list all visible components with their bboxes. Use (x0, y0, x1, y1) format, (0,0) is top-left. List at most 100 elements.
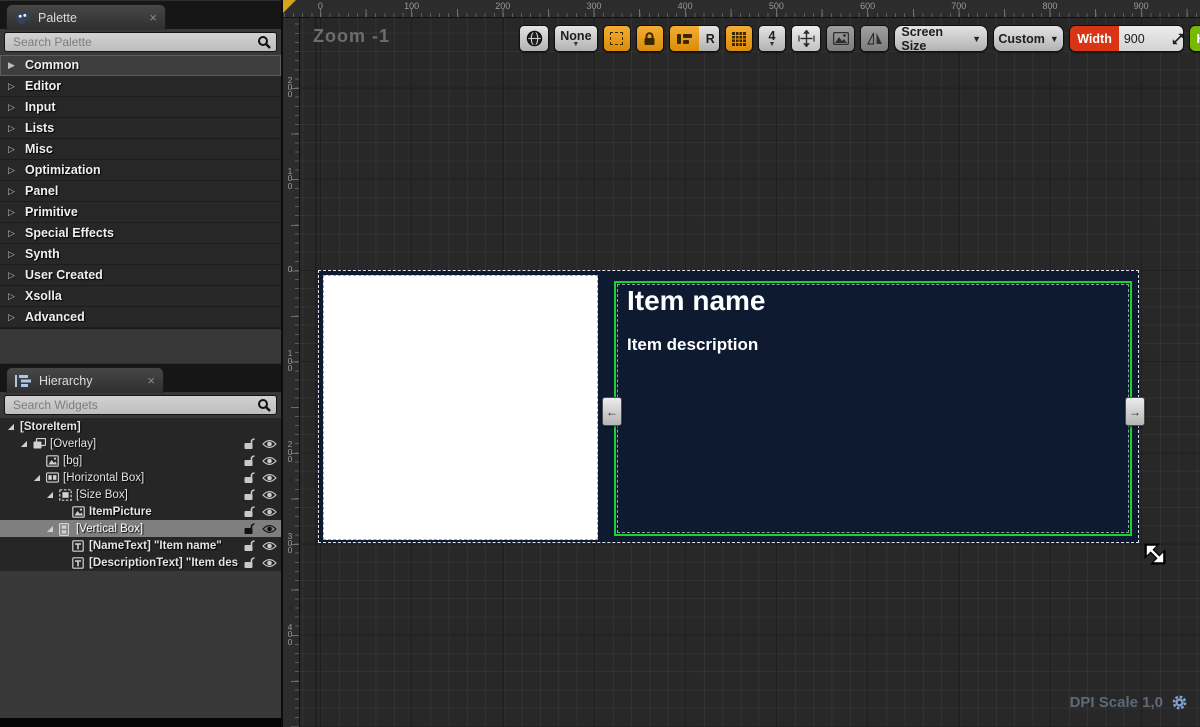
lock-icon[interactable] (243, 505, 255, 518)
lock-icon[interactable] (243, 539, 255, 552)
resize-handle-left[interactable]: ← (602, 397, 622, 426)
expander-icon[interactable]: ▷ (8, 102, 17, 113)
item-picture-box[interactable] (323, 275, 598, 540)
tree-row-storeitem[interactable]: ◢[StoreItem] (0, 418, 281, 435)
tree-row-horizontal-box[interactable]: ◢[Horizontal Box] (0, 469, 281, 486)
designer-toolbar: None▼ R (519, 25, 1200, 52)
palette-category-user-created[interactable]: ▷User Created (0, 265, 281, 286)
flag-preview-dropdown[interactable]: None▼ (554, 25, 598, 52)
tab-palette[interactable]: Palette × (6, 4, 166, 30)
palette-category-special-effects[interactable]: ▷Special Effects (0, 223, 281, 244)
width-input[interactable] (1124, 32, 1168, 46)
tree-row-label: [NameText] "Item name" (89, 540, 239, 552)
lock-icon[interactable] (243, 471, 255, 484)
tree-row-nametext-item-name[interactable]: [NameText] "Item name" (0, 537, 281, 554)
ruler-tick-label: 600 (860, 1, 875, 11)
eye-icon[interactable] (262, 490, 277, 500)
dpi-scale-row: DPI Scale 1,0 (1070, 694, 1188, 711)
expander-icon[interactable]: ◢ (45, 524, 55, 533)
grid-snap-size-spinner[interactable]: 4▼ (758, 25, 786, 52)
close-icon[interactable]: × (149, 11, 157, 24)
palette-category-synth[interactable]: ▷Synth (0, 244, 281, 265)
localization-preview-button[interactable] (519, 25, 549, 52)
palette-category-panel[interactable]: ▷Panel (0, 181, 281, 202)
lock-icon[interactable] (243, 522, 255, 535)
expander-icon[interactable]: ◢ (19, 439, 29, 448)
eye-icon[interactable] (262, 541, 277, 551)
tree-row-overlay[interactable]: ◢ [Overlay] (0, 435, 281, 452)
palette-category-common[interactable]: ▶Common (0, 55, 281, 76)
hierarchy-search-input[interactable] (4, 395, 277, 415)
expander-icon[interactable]: ▷ (8, 291, 17, 302)
palette-category-lists[interactable]: ▷ Lists (0, 118, 281, 139)
respect-locks-toggle[interactable]: R (699, 26, 720, 51)
palette-category-editor[interactable]: ▷Editor (0, 76, 281, 97)
close-icon[interactable]: × (147, 374, 155, 387)
image-icon (72, 506, 85, 518)
palette-category-optimization[interactable]: ▷Optimization (0, 160, 281, 181)
text-icon (72, 540, 85, 552)
outline-mode-segment: R (669, 25, 720, 52)
grid-snap-toggle[interactable] (725, 25, 753, 52)
dashed-outline-toggle[interactable] (603, 25, 631, 52)
resize-corner-icon[interactable] (1172, 33, 1184, 45)
tree-row-label: [Overlay] (50, 438, 239, 450)
tree-row-descriptiontext-item-des[interactable]: [DescriptionText] "Item des (0, 554, 281, 571)
eye-icon[interactable] (262, 507, 277, 517)
eye-icon[interactable] (262, 473, 277, 483)
expander-icon[interactable]: ▷ (8, 228, 17, 239)
lock-icon[interactable] (243, 488, 255, 501)
preview-background-button[interactable] (826, 25, 855, 52)
tab-hierarchy[interactable]: Hierarchy × (6, 367, 164, 393)
ruler-tick-label: 3 0 0 (286, 533, 294, 555)
palette-category-primitive[interactable]: ▷Primitive (0, 202, 281, 223)
expander-icon[interactable]: ▷ (8, 249, 17, 260)
zoom-level-label: Zoom -1 (313, 26, 390, 47)
palette-search-input[interactable] (4, 32, 277, 52)
lock-icon[interactable] (243, 556, 255, 569)
search-icon (257, 398, 271, 412)
widget-outline-toggle[interactable] (670, 26, 699, 51)
expander-icon[interactable]: ▷ (8, 207, 17, 218)
eye-icon[interactable] (262, 456, 277, 466)
lock-icon[interactable] (243, 454, 255, 467)
eye-icon[interactable] (262, 524, 277, 534)
lock-icon[interactable] (243, 437, 255, 450)
resize-handle-right[interactable]: → (1125, 397, 1145, 426)
tree-row-label: ItemPicture (89, 506, 239, 518)
expander-icon[interactable]: ▷ (8, 165, 17, 176)
expander-icon[interactable]: ▷ (8, 270, 17, 281)
store-item-root-widget[interactable]: Item name Item description ← → (318, 270, 1139, 543)
palette-category-xsolla[interactable]: ▷Xsolla (0, 286, 281, 307)
gear-icon[interactable] (1171, 694, 1188, 711)
palette-category-advanced[interactable]: ▷Advanced (0, 307, 281, 328)
tree-row-vertical-box[interactable]: ◢[Vertical Box] (0, 520, 281, 537)
custom-size-dropdown[interactable]: Custom ▼ (993, 25, 1064, 52)
screen-size-dropdown[interactable]: Screen Size ▼ (894, 25, 988, 52)
expander-icon[interactable]: ▷ (8, 81, 17, 92)
expander-icon[interactable]: ◢ (6, 422, 16, 431)
tree-row-itempicture[interactable]: ItemPicture (0, 503, 281, 520)
palette-category-label: Lists (25, 121, 54, 135)
designer-canvas[interactable]: 0100200300400500600700800900 2 0 01 0 00… (283, 0, 1200, 727)
palette-category-label: Input (25, 100, 56, 114)
umg-designer-window: Palette × ▶Common▷Editor▷Input▷Lists▷Mis… (0, 0, 1200, 727)
anchor-widget-button[interactable] (791, 25, 821, 52)
lock-toggle-button[interactable] (636, 25, 664, 52)
expander-icon[interactable]: ▶ (8, 60, 17, 71)
expander-icon[interactable]: ▷ (8, 123, 17, 134)
ruler-tick-label: 100 (404, 1, 419, 11)
tree-row-size-box[interactable]: ◢[Size Box] (0, 486, 281, 503)
expander-icon[interactable]: ◢ (45, 490, 55, 499)
eye-icon[interactable] (262, 558, 277, 568)
expander-icon[interactable]: ▷ (8, 144, 17, 155)
tree-row-bg[interactable]: [bg] (0, 452, 281, 469)
flip-preview-button[interactable] (860, 25, 889, 52)
expander-icon[interactable]: ▷ (8, 186, 17, 197)
expander-icon[interactable]: ◢ (32, 473, 42, 482)
vertical-box-selection[interactable]: Item name Item description (614, 281, 1132, 536)
palette-category-misc[interactable]: ▷Misc (0, 139, 281, 160)
expander-icon[interactable]: ▷ (8, 312, 17, 323)
eye-icon[interactable] (262, 439, 277, 449)
palette-category-input[interactable]: ▷ Input (0, 97, 281, 118)
